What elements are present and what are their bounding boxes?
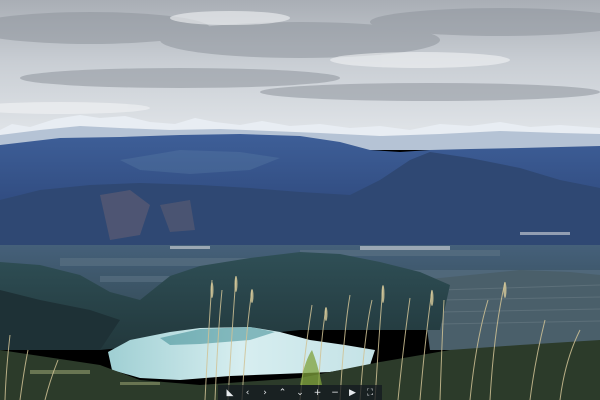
arrow-up-icon[interactable]: ⌃ (277, 387, 289, 399)
panorama-image[interactable] (0, 0, 600, 400)
fullscreen-shrink-icon[interactable]: ◣ (224, 387, 236, 399)
arrow-down-icon[interactable]: ⌄ (294, 387, 306, 399)
autoplay-icon[interactable]: ▶ (347, 387, 359, 399)
viewer-toolbar: ◣ ‹ › ⌃ ⌄ + − ▶ ⛶ (218, 385, 382, 400)
arrow-right-icon[interactable]: › (259, 387, 271, 399)
arrow-left-icon[interactable]: ‹ (242, 387, 254, 399)
fullscreen-icon[interactable]: ⛶ (364, 387, 376, 399)
zoom-in-icon[interactable]: + (312, 387, 324, 399)
panorama-viewer[interactable]: ◣ ‹ › ⌃ ⌄ + − ▶ ⛶ (0, 0, 600, 400)
zoom-out-icon[interactable]: − (329, 387, 341, 399)
